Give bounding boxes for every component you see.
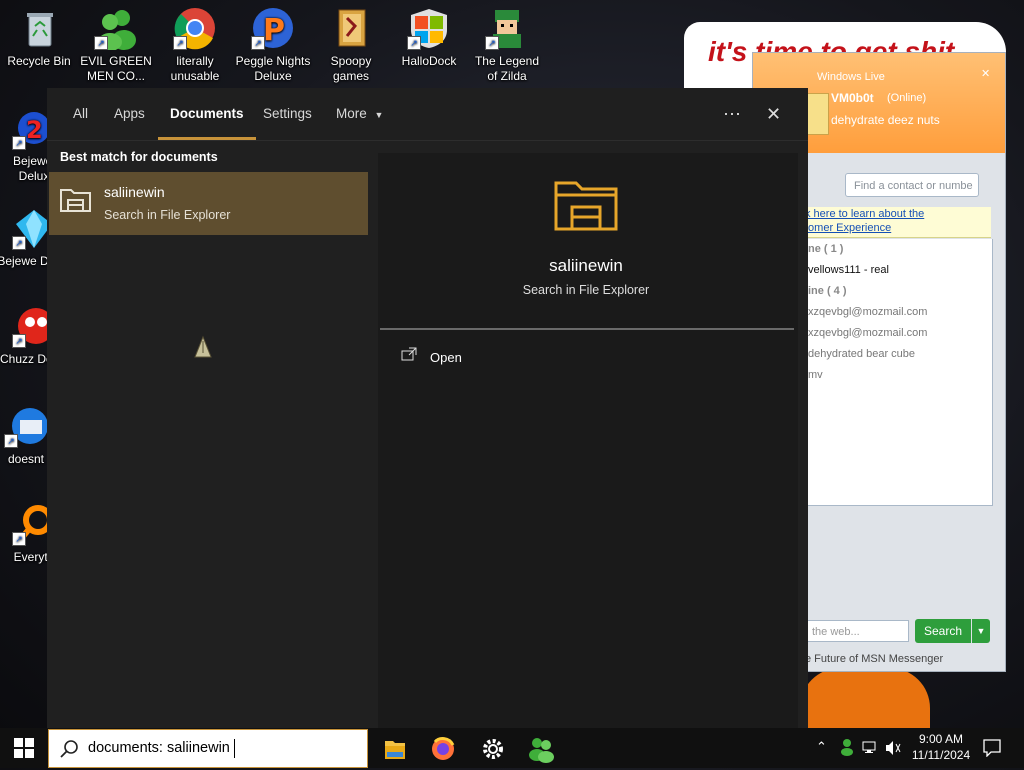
volume-icon[interactable] <box>884 740 902 761</box>
results-pane: Best match for documents saliinewin Sear… <box>47 141 368 728</box>
preview-divider <box>380 328 794 330</box>
chrome-icon: ↗ <box>173 6 217 50</box>
tab-more[interactable]: More ▼ <box>336 88 383 140</box>
result-title: saliinewin <box>104 184 165 200</box>
busy-cursor-icon <box>193 335 213 366</box>
msn-find-contact-input[interactable]: Find a contact or numbe <box>845 173 979 197</box>
result-subtitle: Search in File Explorer <box>104 208 231 222</box>
show-hidden-icons-chevron-up-icon[interactable]: ⌃ <box>816 739 827 755</box>
settings-icon <box>483 739 503 759</box>
best-match-result[interactable]: saliinewin Search in File Explorer <box>49 172 368 235</box>
evil-green-men-icon: ↗ <box>94 6 138 51</box>
msn-info-banner[interactable]: k here to learn about the tomer Experien… <box>805 207 991 238</box>
msn-banner-line-2: tomer Experience <box>805 222 892 234</box>
msn-search-dropdown-icon[interactable]: ▼ <box>972 619 990 643</box>
desktop-icon-chrome[interactable]: ↗ literally unusable <box>157 0 233 84</box>
clock-date: 11/11/2024 <box>911 748 971 762</box>
msn-messenger-icon <box>529 738 554 763</box>
shortcut-arrow-icon: ↗ <box>173 36 187 50</box>
msn-contact[interactable]: mv <box>806 365 992 386</box>
clock-time: 9:00 AM <box>918 732 964 746</box>
search-flyout: All Apps Documents Settings More ▼ ⋯ ✕ B… <box>47 88 808 728</box>
open-external-icon <box>401 347 417 366</box>
clock[interactable]: 9:00 AM 11/11/2024 <box>905 731 977 763</box>
search-input[interactable]: documents: saliinewin <box>88 740 230 756</box>
shortcut-arrow-icon: ↗ <box>12 136 26 150</box>
tab-apps[interactable]: Apps <box>114 88 145 140</box>
msn-status: (Online) <box>887 92 927 104</box>
shortcut-arrow-icon: ↗ <box>12 532 26 546</box>
desktop-icon-zelda[interactable]: ↗ The Legend of Zilda <box>469 0 545 84</box>
shortcut-arrow-icon: ↗ <box>94 36 108 50</box>
tray-msn-icon[interactable] <box>839 738 855 761</box>
peggle-icon: P ↗ <box>251 6 295 50</box>
preview-subtitle: Search in File Explorer <box>522 283 650 297</box>
msn-personal-message[interactable]: dehydrate deez nuts <box>831 113 940 127</box>
start-button[interactable] <box>14 738 34 763</box>
shortcut-arrow-icon: ↗ <box>485 36 499 50</box>
wallpaper-pumpkin <box>800 668 930 728</box>
svg-text:P: P <box>263 13 285 48</box>
svg-text:2: 2 <box>26 116 43 144</box>
notifications-icon[interactable] <box>983 739 1001 762</box>
shortcut-arrow-icon: ↗ <box>407 36 421 50</box>
network-icon[interactable] <box>862 740 880 761</box>
preview-pane: saliinewin Search in File Explorer Open <box>378 153 798 728</box>
open-action-label: Open <box>430 350 462 365</box>
tab-documents[interactable]: Documents <box>158 88 255 140</box>
tab-all[interactable]: All <box>73 88 88 140</box>
tab-settings[interactable]: Settings <box>263 88 312 140</box>
shortcut-arrow-icon: ↗ <box>251 36 265 50</box>
msn-footer-link[interactable]: e Future of MSN Messenger <box>805 653 943 665</box>
msn-group-online[interactable]: ne ( 1 ) <box>806 239 992 260</box>
taskbar-msn-messenger[interactable] <box>523 733 559 765</box>
hallodock-icon: ↗ <box>407 6 451 50</box>
desktop-icon-spoopy-games[interactable]: Spoopy games <box>313 0 389 84</box>
zelda-icon: ↗ <box>485 6 529 50</box>
msn-web-search-input[interactable]: the web... <box>805 620 909 642</box>
msn-banner-line-1: k here to learn about the <box>805 208 925 220</box>
firefox-icon <box>432 737 455 760</box>
chevron-down-icon: ▼ <box>374 110 384 120</box>
section-header: Best match for documents <box>60 150 218 164</box>
msn-contact[interactable]: xzqevbgl@mozmail.com <box>806 302 992 323</box>
more-options-icon[interactable]: ⋯ <box>723 88 741 140</box>
thunderbird-icon: ↗ <box>4 404 48 448</box>
desktop-icon-evil-green-men[interactable]: ↗ EVIL GREEN MEN CO... <box>78 0 154 84</box>
folder-icon <box>59 184 93 219</box>
taskbar-firefox[interactable] <box>425 733 461 765</box>
msn-search-button[interactable]: Search <box>915 619 971 643</box>
preview-folder-icon <box>554 175 620 238</box>
shortcut-arrow-icon: ↗ <box>12 334 26 348</box>
taskbar-settings[interactable] <box>475 733 511 765</box>
windows-logo-icon <box>14 738 34 758</box>
msn-contact[interactable]: dehydrated bear cube <box>806 344 992 365</box>
msn-username[interactable]: VM0b0t <box>831 91 874 105</box>
shortcut-arrow-icon: ↗ <box>12 236 26 250</box>
recycle-bin-icon <box>17 6 61 50</box>
close-icon[interactable]: ✕ <box>766 88 781 140</box>
open-action[interactable]: Open <box>398 343 778 373</box>
taskbar-file-explorer[interactable] <box>377 733 413 765</box>
taskbar-search-box[interactable]: documents: saliinewin <box>48 729 368 768</box>
search-icon <box>59 739 79 764</box>
preview-title: saliinewin <box>549 256 623 275</box>
desktop-icon-hallodock[interactable]: ↗ HalloDock <box>391 0 467 69</box>
tab-more-label: More <box>336 106 367 121</box>
msn-contact[interactable]: vellows111 - real <box>806 260 992 281</box>
msn-title: Windows Live <box>817 71 885 83</box>
shortcut-arrow-icon: ↗ <box>4 434 18 448</box>
desktop-icon-peggle[interactable]: P ↗ Peggle Nights Deluxe <box>235 0 311 84</box>
msn-group-offline[interactable]: ine ( 4 ) <box>806 281 992 302</box>
file-explorer-icon <box>385 741 405 759</box>
search-tab-bar: All Apps Documents Settings More ▼ ⋯ ✕ <box>47 88 808 141</box>
desktop-icon-recycle-bin[interactable]: Recycle Bin <box>1 0 77 69</box>
msn-close-icon[interactable]: ✕ <box>981 67 990 80</box>
msn-contact[interactable]: xzqevbgl@mozmail.com <box>806 323 992 344</box>
text-caret <box>234 739 235 758</box>
spoopy-icon <box>329 6 373 50</box>
msn-contact-list: ne ( 1 ) vellows111 - real ine ( 4 ) xzq… <box>805 239 993 506</box>
